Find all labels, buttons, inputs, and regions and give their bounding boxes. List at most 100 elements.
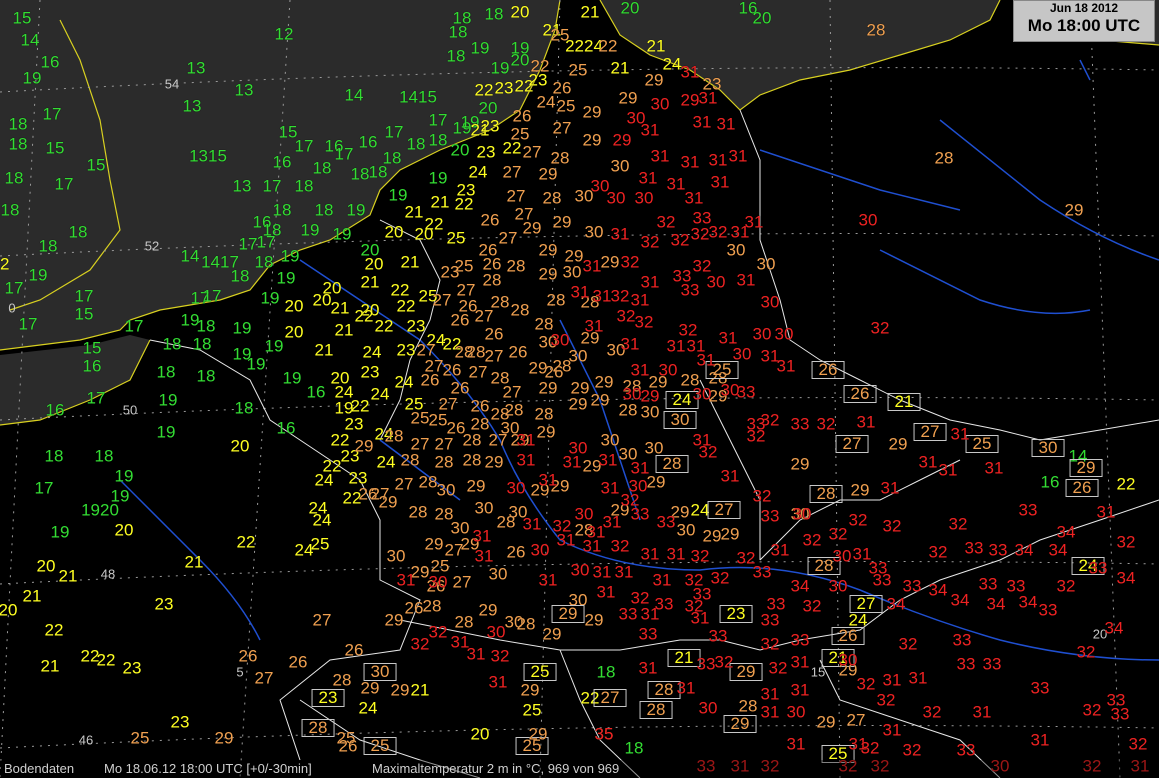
station-temperature: 29 [536, 422, 556, 442]
station-temperature: 1920 [81, 500, 119, 520]
station-temperature: 31 [666, 174, 686, 194]
station-temperature: 17 [86, 388, 106, 408]
station-temperature: 33 [630, 504, 650, 524]
station-temperature: 30 [474, 498, 494, 518]
station-temperature: 31 [638, 168, 658, 188]
station-temperature: 25 [523, 663, 557, 681]
station-temperature: 32 [620, 252, 640, 272]
station-temperature: 21 [58, 566, 78, 586]
station-temperature: 34 [1048, 540, 1068, 560]
station-temperature: 32 [410, 634, 430, 654]
station-temperature: 29 [1069, 459, 1103, 477]
station-temperature: 29 [354, 436, 374, 456]
station-temperature: 25 [522, 700, 542, 720]
station-temperature: 1415 [399, 87, 437, 107]
station-temperature: 29 [542, 624, 562, 644]
station-temperature: 18 [162, 334, 182, 354]
station-temperature: 25 [428, 410, 448, 430]
station-temperature: 28 [384, 426, 404, 446]
station-temperature: 28 [534, 404, 554, 424]
station-temperature: 30 [752, 324, 772, 344]
station-temperature: 31 [474, 546, 494, 566]
station-temperature: 33 [790, 414, 810, 434]
station-temperature: 31 [720, 466, 740, 486]
station-temperature: 32 [708, 222, 728, 242]
station-temperature: 29 [594, 372, 614, 392]
station-temperature: 29 [484, 452, 504, 472]
station-temperature: 30 [386, 546, 406, 566]
station-temperature: 29 [582, 102, 602, 122]
station-temperature: 26 [470, 396, 490, 416]
station-temperature: 19 [300, 220, 320, 240]
station-temperature: 18 [38, 236, 58, 256]
station-temperature: 31 [880, 478, 900, 498]
footer-caption: Bodendaten Mo 18.06.12 18:00 UTC [+0/-30… [0, 760, 1159, 778]
station-temperature: 28 [400, 450, 420, 470]
station-temperature: 31 [684, 188, 704, 208]
station-temperature: 32 [698, 442, 718, 462]
station-temperature: 31 [592, 286, 612, 306]
grid-label: 0 [8, 300, 16, 316]
station-temperature: 28 [647, 681, 681, 699]
station-temperature: 29 [600, 252, 620, 272]
station-temperature: 29 [522, 218, 542, 238]
station-temperature: 28 [408, 502, 428, 522]
station-temperature: 30 [732, 344, 752, 364]
station-temperature: 34 [1018, 592, 1038, 612]
station-temperature: 22 [598, 36, 618, 56]
station-temperature: 26 [288, 652, 308, 672]
station-temperature: 31 [570, 282, 590, 302]
station-temperature: 21 [404, 202, 424, 222]
station-temperature: 31 [950, 424, 970, 444]
station-temperature: 33 [752, 562, 772, 582]
station-temperature: 20 [0, 600, 18, 620]
station-temperature: 27 [488, 430, 508, 450]
station-temperature: 25 [510, 124, 530, 144]
station-temperature: 27 [452, 572, 472, 592]
station-temperature: 28 [332, 670, 352, 690]
station-temperature: 18 [446, 46, 466, 66]
station-temperature: 30 [658, 360, 678, 380]
station-temperature: 26 [238, 646, 258, 666]
station-temperature: 19 [158, 390, 178, 410]
station-temperature: 30 [676, 520, 696, 540]
station-temperature: 19 [388, 185, 408, 205]
station-temperature: 24 [394, 372, 414, 392]
station-temperature: 29 [384, 610, 404, 630]
station-temperature: 31 [736, 270, 756, 290]
station-temperature: 27 [502, 382, 522, 402]
station-temperature: 13 [234, 80, 254, 100]
station-temperature: 25 [550, 25, 570, 45]
station-temperature: 33 [692, 584, 712, 604]
station-temperature: 32 [802, 530, 822, 550]
station-temperature: 17 [74, 286, 94, 306]
station-temperature: 30 [698, 698, 718, 718]
station-temperature: 33 [760, 506, 780, 526]
station-temperature: 21 [334, 320, 354, 340]
station-temperature: 33 [696, 654, 716, 674]
station-temperature: 18 [350, 164, 370, 184]
station-temperature: 29 [816, 712, 836, 732]
grid-label: 54 [164, 76, 180, 92]
station-temperature: 21 [410, 680, 430, 700]
station-temperature: 20 [510, 50, 530, 70]
station-temperature: 22 [354, 306, 374, 326]
station-temperature: 32 [610, 536, 630, 556]
station-temperature: 15 [74, 304, 94, 324]
station-temperature: 34 [1104, 618, 1124, 638]
station-temperature: 17 [294, 136, 314, 156]
station-temperature: 16 [82, 356, 102, 376]
station-temperature: 27 [474, 306, 494, 326]
station-temperature: 31 [472, 526, 492, 546]
station-temperature: 13 [182, 96, 202, 116]
station-temperature: 33 [618, 604, 638, 624]
station-temperature: 29 [538, 164, 558, 184]
station-temperature: 31 [538, 570, 558, 590]
station-temperature: 33 [760, 610, 780, 630]
station-temperature: 34 [986, 594, 1006, 614]
station-temperature: 19 [50, 522, 70, 542]
station-temperature: 31 [516, 450, 536, 470]
station-temperature: 31 [650, 146, 670, 166]
station-temperature: 25 [410, 408, 430, 428]
station-temperature: 26 [811, 361, 845, 379]
